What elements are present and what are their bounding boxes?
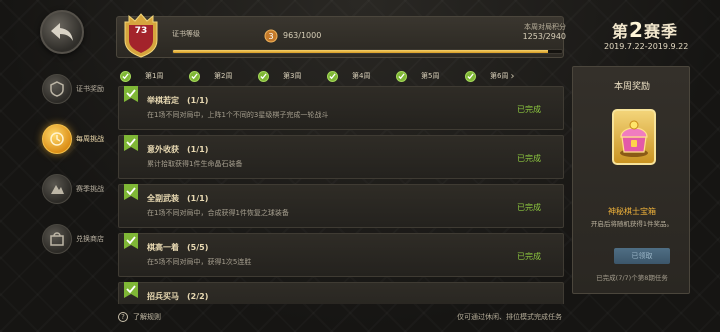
task-status: 已完成	[517, 154, 541, 163]
xp-progress-fill	[173, 50, 548, 53]
task-title: 举棋若定 (1/1)	[147, 96, 209, 105]
sidebar-item-label: 证书奖励	[76, 85, 104, 93]
task-desc: 在5场不同对局中，获得1次5连胜	[147, 258, 252, 266]
side-nav: 证书奖励 每周挑战 赛季挑战 兑换商店	[42, 64, 118, 264]
question-icon: ?	[118, 312, 128, 322]
tab-week-3[interactable]: 第3周	[258, 70, 327, 82]
back-arrow-icon	[51, 23, 73, 41]
check-icon	[258, 70, 269, 82]
xp-progress-bar	[172, 49, 563, 54]
task-desc: 累计拾取获得1件生命晶石装备	[147, 160, 243, 168]
shop-icon	[42, 224, 72, 254]
check-icon	[189, 70, 200, 82]
check-icon	[120, 70, 131, 82]
completed-flag-icon	[124, 135, 138, 151]
claimed-button[interactable]: 已领取	[614, 248, 670, 264]
check-icon	[327, 70, 338, 82]
tab-week-6[interactable]: 第6周 ›	[465, 70, 534, 82]
season-title: 第2赛季	[612, 18, 678, 42]
task-list[interactable]: 举棋若定 (1/1) 在1场不同对局中，上阵1个不同的3星级棋子完成一轮战斗 已完…	[118, 86, 564, 304]
task-row: 招兵买马 (2/2)	[118, 282, 564, 304]
sidebar-item-label: 赛季挑战	[76, 185, 104, 193]
level-coin-icon: 3	[264, 29, 278, 43]
task-desc: 在1场不同对局中，合成获得1件恢复之球装备	[147, 209, 289, 217]
task-title: 棋高一着 (5/5)	[147, 243, 209, 252]
week-tab-label: 第1周	[145, 72, 164, 80]
tab-week-5[interactable]: 第5周	[396, 70, 465, 82]
task-desc: 在1场不同对局中，上阵1个不同的3星级棋子完成一轮战斗	[147, 111, 329, 119]
task-row: 意外收获 (1/1) 累计拾取获得1件生命晶石装备 已完成	[118, 135, 564, 179]
claim-note: 已完成(7/7)个第8期任务	[596, 274, 668, 282]
check-icon	[396, 70, 407, 82]
completed-flag-icon	[124, 86, 138, 102]
reward-desc: 开启后将随机获得1件奖品。	[590, 220, 674, 228]
sidebar-item-label: 兑换商店	[76, 235, 104, 243]
task-status: 已完成	[517, 252, 541, 261]
rank-badge: 73	[121, 12, 161, 58]
treasure-chest-icon	[620, 120, 648, 157]
week-score-label: 本周对局积分	[524, 23, 566, 31]
task-title: 意外收获 (1/1)	[147, 145, 209, 154]
sidebar-item-weekly[interactable]: 每周挑战	[42, 114, 118, 164]
week-tabs: 第1周 第2周 第3周 第4周 第5周 第6周 ›	[120, 66, 566, 86]
sidebar-item-season[interactable]: 赛季挑战	[42, 164, 118, 214]
xp-value: 963/1000	[283, 31, 322, 40]
completed-flag-icon	[124, 233, 138, 249]
tab-week-1[interactable]: 第1周	[120, 70, 189, 82]
week-tab-label: 第6周	[490, 72, 509, 80]
cert-level-label: 证书等级	[172, 30, 200, 38]
task-status: 已完成	[517, 105, 541, 114]
sidebar-item-certificate[interactable]: 证书奖励	[42, 64, 118, 114]
svg-text:3: 3	[268, 32, 273, 41]
sidebar-item-shop[interactable]: 兑换商店	[42, 214, 118, 264]
tab-week-4[interactable]: 第4周	[327, 70, 396, 82]
reward-title: 本周奖励	[613, 82, 650, 92]
week-tab-label: 第3周	[283, 72, 302, 80]
mode-hint: 仅可通过休闲、排位模式完成任务	[457, 313, 562, 321]
task-status: 已完成	[517, 203, 541, 212]
season-dates: 2019.7.22-2019.9.22	[604, 42, 689, 51]
weekly-challenge-icon	[42, 124, 72, 154]
task-title: 全副武装 (1/1)	[147, 194, 209, 203]
completed-flag-icon	[124, 184, 138, 200]
task-row: 举棋若定 (1/1) 在1场不同对局中，上阵1个不同的3星级棋子完成一轮战斗 已完…	[118, 86, 564, 130]
week-tab-label: 第2周	[214, 72, 233, 80]
help-rules-link[interactable]: ? 了解规则	[118, 312, 161, 322]
rank-number: 73	[134, 26, 148, 36]
reward-name: 神秘棋士宝箱	[608, 207, 656, 216]
week-tab-label: 第4周	[352, 72, 371, 80]
tab-week-2[interactable]: 第2周	[189, 70, 258, 82]
certificate-icon	[42, 74, 72, 104]
sidebar-item-label: 每周挑战	[76, 135, 104, 143]
task-row: 棋高一着 (5/5) 在5场不同对局中，获得1次5连胜 已完成	[118, 233, 564, 277]
week-score-value: 1253/2940	[522, 32, 566, 41]
back-button[interactable]	[40, 10, 84, 54]
help-label: 了解规则	[133, 313, 161, 321]
check-icon	[465, 70, 476, 82]
weekly-reward-panel: 本周奖励 神秘棋士宝箱 开启后将随机获得1件奖品。 已领取 已完成(7/7)个第…	[572, 66, 690, 294]
task-row: 全副武装 (1/1) 在1场不同对局中，合成获得1件恢复之球装备 已完成	[118, 184, 564, 228]
completed-flag-icon	[124, 282, 138, 298]
season-challenge-icon	[42, 174, 72, 204]
task-title: 招兵买马 (2/2)	[147, 292, 209, 301]
chevron-right-icon[interactable]: ›	[510, 71, 514, 82]
week-tab-label: 第5周	[421, 72, 440, 80]
reward-item[interactable]	[612, 109, 656, 165]
